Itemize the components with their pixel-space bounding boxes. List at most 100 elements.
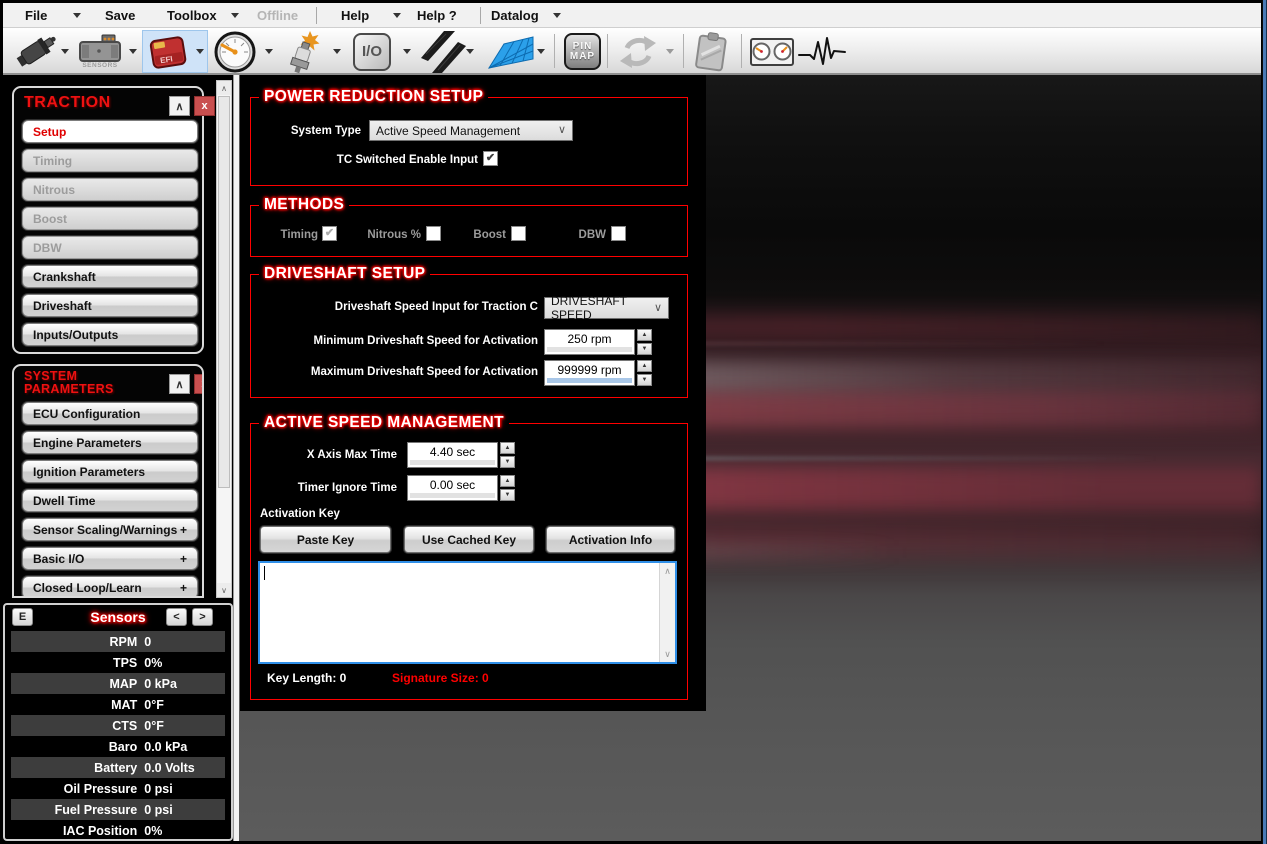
traction-panel-title: TRACTION bbox=[24, 94, 111, 112]
sidebar-item-closed-loop-learn[interactable]: Closed Loop/Learn+ bbox=[22, 576, 198, 598]
chevron-down-icon[interactable] bbox=[73, 13, 81, 18]
spin-up-button[interactable]: ▲ bbox=[500, 442, 515, 454]
sensor-row-mat: MAT0°F bbox=[11, 694, 225, 715]
toolbar-divider bbox=[683, 34, 684, 68]
scroll-up-icon[interactable]: ∧ bbox=[660, 564, 675, 578]
use-cached-key-button[interactable]: Use Cached Key bbox=[404, 526, 534, 553]
chevron-down-icon[interactable] bbox=[265, 49, 273, 54]
sensors-next-page-button[interactable]: > bbox=[192, 608, 213, 626]
sensor-row-baro: Baro0.0 kPa bbox=[11, 736, 225, 757]
sidebar-item-label: Inputs/Outputs bbox=[33, 328, 118, 342]
chevron-down-icon[interactable] bbox=[231, 13, 239, 18]
spin-down-button[interactable]: ▼ bbox=[500, 456, 515, 468]
sidebar-item-ecu-configuration[interactable]: ECU Configuration bbox=[22, 402, 198, 425]
driveshaft-input-label: Driveshaft Speed Input for Traction C bbox=[251, 301, 538, 313]
sidebar-item-basic-io[interactable]: Basic I/O+ bbox=[22, 547, 198, 570]
spin-up-button[interactable]: ▲ bbox=[637, 329, 652, 341]
expand-plus-icon[interactable]: + bbox=[180, 552, 187, 566]
checkmark-icon: ✔ bbox=[325, 228, 334, 239]
scroll-down-icon[interactable]: ∨ bbox=[660, 647, 675, 661]
chevron-down-icon[interactable] bbox=[553, 13, 561, 18]
tc-switched-enable-checkbox[interactable]: ✔ bbox=[483, 151, 498, 166]
value-fill-bar bbox=[547, 347, 632, 352]
x-axis-max-time-input[interactable]: 4.40 sec bbox=[407, 442, 498, 468]
activation-key-textarea[interactable]: ∧ ∨ bbox=[258, 561, 677, 664]
chevron-down-icon[interactable] bbox=[403, 49, 411, 54]
sidebar-item-label: Sensor Scaling/Warnings bbox=[33, 523, 177, 537]
system-type-dropdown[interactable]: Active Speed Management ∨ bbox=[369, 120, 573, 141]
sidebar-item-crankshaft[interactable]: Crankshaft bbox=[22, 265, 198, 288]
method-nitrous-checkbox[interactable]: ✔ bbox=[426, 226, 441, 241]
driveshaft-setup-section: DRIVESHAFT SETUP Driveshaft Speed Input … bbox=[250, 274, 688, 398]
sidebar-splitter[interactable] bbox=[233, 75, 240, 841]
spin-down-button[interactable]: ▼ bbox=[637, 343, 652, 355]
value-fill-bar bbox=[410, 460, 495, 465]
driveshaft-input-dropdown[interactable]: DRIVESHAFT SPEED ∨ bbox=[544, 297, 669, 319]
sidebar-item-sensor-scaling-warnings[interactable]: Sensor Scaling/Warnings+ bbox=[22, 518, 198, 541]
section-title: DRIVESHAFT SETUP bbox=[259, 265, 430, 283]
expand-plus-icon[interactable]: + bbox=[180, 581, 187, 595]
chevron-down-icon[interactable] bbox=[61, 49, 69, 54]
surface-map-icon[interactable] bbox=[487, 30, 535, 73]
pin-map-icon[interactable]: PIN MAP bbox=[563, 30, 602, 73]
sidebar-item-ignition-parameters[interactable]: Ignition Parameters bbox=[22, 460, 198, 483]
sensors-prev-page-button[interactable]: < bbox=[166, 608, 187, 626]
chevron-down-icon[interactable] bbox=[196, 49, 204, 54]
activation-key-label: Activation Key bbox=[260, 508, 340, 520]
scroll-up-icon[interactable]: ∧ bbox=[217, 81, 231, 95]
spin-up-button[interactable]: ▲ bbox=[500, 475, 515, 487]
paste-key-button[interactable]: Paste Key bbox=[260, 526, 391, 553]
collapse-panel-button[interactable]: ∧ bbox=[169, 96, 190, 116]
timer-ignore-time-input[interactable]: 0.00 sec bbox=[407, 475, 498, 501]
max-driveshaft-speed-input[interactable]: 999999 rpm bbox=[544, 360, 635, 386]
dual-gauges-icon[interactable] bbox=[749, 30, 795, 73]
min-driveshaft-speed-input[interactable]: 250 rpm bbox=[544, 329, 635, 355]
scroll-down-icon[interactable]: ∨ bbox=[217, 583, 231, 597]
efi-ecu-icon[interactable]: EFI bbox=[146, 30, 190, 73]
menu-bar: File Save Toolbox Offline Help Help ? Da… bbox=[3, 3, 1261, 28]
pulse-icon[interactable] bbox=[797, 30, 847, 73]
collapse-panel-button[interactable]: ∧ bbox=[169, 374, 190, 394]
sidebar-item-inputs-outputs[interactable]: Inputs/Outputs bbox=[22, 323, 198, 346]
menu-help[interactable]: Help bbox=[341, 3, 369, 28]
chevron-down-icon[interactable] bbox=[537, 49, 545, 54]
expand-plus-icon[interactable]: + bbox=[180, 523, 187, 537]
spin-up-button[interactable]: ▲ bbox=[637, 360, 652, 372]
min-driveshaft-speed-spinner: 250 rpm ▲ ▼ bbox=[544, 329, 652, 355]
spin-down-button[interactable]: ▼ bbox=[500, 489, 515, 501]
menu-file[interactable]: File bbox=[25, 3, 47, 28]
method-boost-checkbox[interactable]: ✔ bbox=[511, 226, 526, 241]
sidebar-item-dwell-time[interactable]: Dwell Time bbox=[22, 489, 198, 512]
close-panel-button[interactable]: x bbox=[194, 96, 215, 116]
chevron-down-icon[interactable] bbox=[129, 49, 137, 54]
menu-datalog[interactable]: Datalog bbox=[491, 3, 539, 28]
menu-help-question[interactable]: Help ? bbox=[417, 3, 457, 28]
chevron-down-icon[interactable] bbox=[333, 49, 341, 54]
sidebar-item-driveshaft[interactable]: Driveshaft bbox=[22, 294, 198, 317]
method-timing-checkbox[interactable]: ✔ bbox=[322, 226, 337, 241]
chevron-down-icon[interactable] bbox=[393, 13, 401, 18]
close-panel-button[interactable]: x bbox=[194, 374, 204, 394]
sensor-row-tps: TPS0% bbox=[11, 652, 225, 673]
menu-save[interactable]: Save bbox=[105, 3, 135, 28]
activation-info-button[interactable]: Activation Info bbox=[546, 526, 675, 553]
method-dbw-checkbox[interactable]: ✔ bbox=[611, 226, 626, 241]
spin-down-button[interactable]: ▼ bbox=[637, 374, 652, 386]
io-icon[interactable]: I/O bbox=[352, 30, 392, 73]
injector-icon[interactable] bbox=[13, 30, 61, 73]
sync-icon bbox=[618, 30, 658, 73]
textarea-scrollbar[interactable]: ∧ ∨ bbox=[659, 563, 675, 662]
chevron-down-icon[interactable] bbox=[466, 49, 474, 54]
gauge-icon[interactable] bbox=[212, 30, 258, 73]
sensors-module-icon[interactable]: SENSORS bbox=[77, 30, 123, 73]
spark-plug-icon[interactable] bbox=[283, 30, 323, 73]
sidebar-item-setup[interactable]: Setup bbox=[22, 120, 198, 143]
sensor-row-rpm: RPM0 bbox=[11, 631, 225, 652]
sidebar-scrollbar[interactable]: ∧ ∨ bbox=[216, 80, 232, 598]
sidebar-item-label: Dwell Time bbox=[33, 494, 95, 508]
tire-stripe-icon[interactable] bbox=[420, 30, 466, 73]
scrollbar-thumb[interactable] bbox=[218, 96, 230, 488]
toolbar-divider bbox=[607, 34, 608, 68]
sidebar-item-engine-parameters[interactable]: Engine Parameters bbox=[22, 431, 198, 454]
menu-toolbox[interactable]: Toolbox bbox=[167, 3, 217, 28]
